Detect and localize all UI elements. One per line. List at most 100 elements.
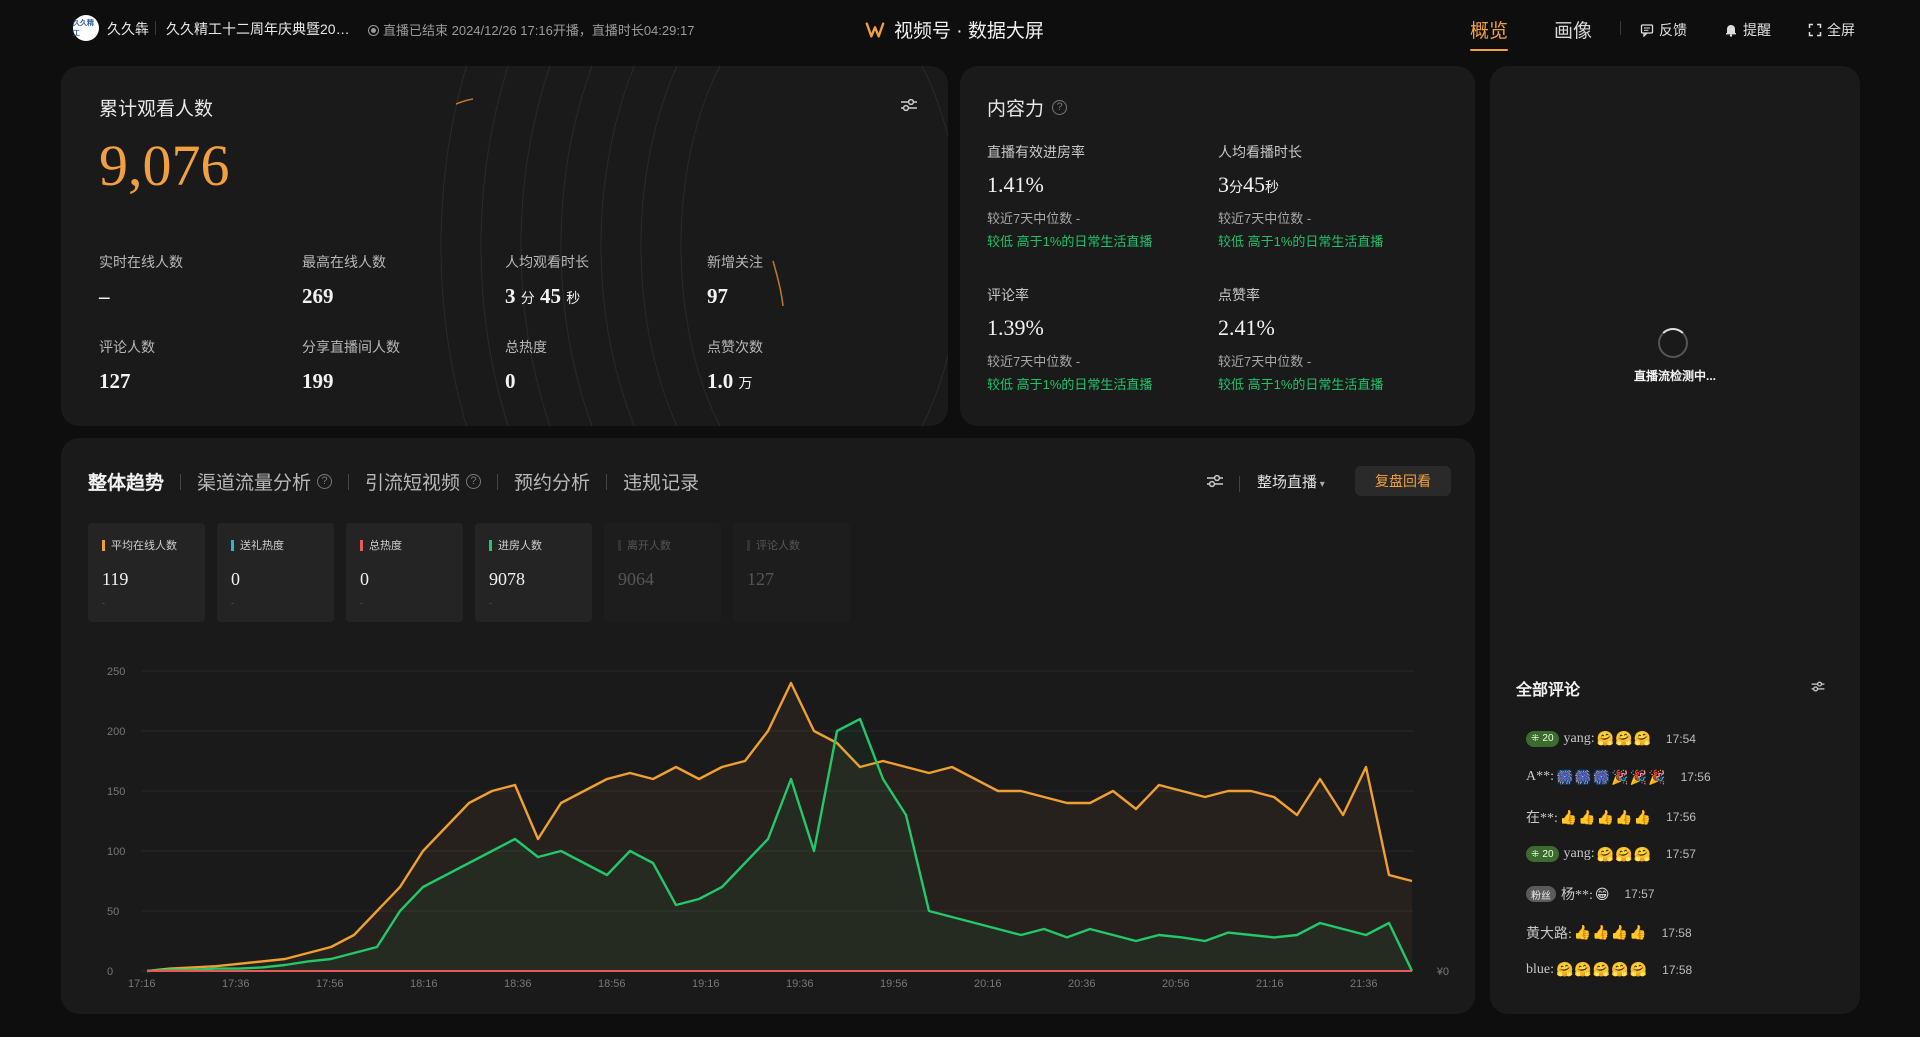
cstat-comment-rate: 评论率 1.39% 较近7天中位数 - 较低 高于1%的日常生活直播 <box>987 285 1207 393</box>
x-tick-label: 21:16 <box>1256 978 1284 990</box>
comment-time: 17:57 <box>1624 887 1655 901</box>
level-badge: ⁜ 20 <box>1526 846 1559 862</box>
cstat-compare-detail: 较低 高于1%的日常生活直播 <box>987 377 1153 392</box>
cstat-compare-detail: 较低 高于1%的日常生活直播 <box>1218 234 1384 249</box>
comment-time: 17:57 <box>1665 847 1696 861</box>
stat-value: 127 <box>99 369 131 393</box>
feedback-button[interactable]: 反馈 <box>1640 20 1687 40</box>
x-tick-label: 19:56 <box>880 978 908 990</box>
x-tick-label: 17:36 <box>222 978 250 990</box>
fan-badge: 粉丝 <box>1526 886 1556 902</box>
cstat-label: 点赞率 <box>1218 287 1260 303</box>
record-icon <box>368 25 379 36</box>
cstat-label: 评论率 <box>987 287 1029 303</box>
comment-user: yang: <box>1563 730 1595 746</box>
comment-user: 在**: <box>1526 811 1558 826</box>
loading-spinner-icon <box>1658 328 1688 358</box>
stat-commenters: 评论人数 127 <box>99 337 299 394</box>
comment-user: A**: <box>1526 769 1554 784</box>
stat-peak-online: 最高在线人数 269 <box>302 252 502 309</box>
fullscreen-button[interactable]: 全屏 <box>1808 20 1855 40</box>
comment-time: 17:56 <box>1666 810 1697 824</box>
fullscreen-label: 全屏 <box>1827 22 1855 38</box>
trend-chart: 0 50 100 150 200 250 17:16 17:36 17:56 18:16 18:36… <box>107 666 1449 990</box>
cstat-value: 2.41% <box>1218 315 1275 340</box>
x-tick-label: 17:16 <box>128 978 156 990</box>
settings-sliders-icon[interactable] <box>899 96 919 114</box>
content-power-card: 内容力 ? 直播有效进房率 1.41% 较近7天中位数 - 较低 高于1%的日常… <box>960 66 1475 426</box>
comments-settings-icon[interactable] <box>1810 679 1826 694</box>
cstat-compare: 较近7天中位数 - <box>987 211 1081 226</box>
x-tick-label: 20:16 <box>974 978 1002 990</box>
cstat-value: 1.41% <box>987 172 1044 197</box>
cstat-avg-watch: 人均看播时长 3分45秒 较近7天中位数 - 较低 高于1%的日常生活直播 <box>1218 142 1438 250</box>
x-tick-label: 18:16 <box>410 978 438 990</box>
stat-label: 分享直播间人数 <box>302 339 400 355</box>
comment-item: ⁜ 20 yang: 🤗🤗🤗 17:57 <box>1526 846 1696 863</box>
cstat-value: 3分45秒 <box>1218 172 1279 197</box>
stat-realtime-online: 实时在线人数 – <box>99 252 299 309</box>
level-badge: ⁜ 20 <box>1526 730 1559 747</box>
stat-label: 评论人数 <box>99 339 155 355</box>
stat-sharers: 分享直播间人数 199 <box>302 337 502 394</box>
nav-tab-overview[interactable]: 概览 <box>1470 16 1509 51</box>
nav-tab-portrait[interactable]: 画像 <box>1554 16 1592 43</box>
stat-value: – <box>99 284 110 308</box>
comment-time: 17:54 <box>1665 731 1696 746</box>
x-tick-label: 17:56 <box>316 978 344 990</box>
y-tick-label: 0 <box>107 966 113 978</box>
right-axis-label: ¥0 <box>1436 966 1449 978</box>
cstat-entry-rate: 直播有效进房率 1.41% 较近7天中位数 - 较低 高于1%的日常生活直播 <box>987 142 1207 250</box>
stat-avg-watch-time: 人均观看时长 3 分 45 秒 <box>505 252 705 309</box>
cstat-label: 人均看播时长 <box>1218 144 1302 160</box>
remind-button[interactable]: 提醒 <box>1724 20 1771 40</box>
live-title: 久久精工十二周年庆典暨20… <box>166 21 350 37</box>
comment-user: yang: <box>1563 846 1595 861</box>
live-status-text: 直播已结束 2024/12/26 17:16开播，直播时长04:29:17 <box>383 23 695 38</box>
stat-value: 199 <box>302 369 334 393</box>
remind-label: 提醒 <box>1743 22 1771 38</box>
stat-value: 3 分 45 秒 <box>505 284 581 308</box>
content-power-title: 内容力 ? <box>987 94 1068 121</box>
cstat-value: 1.39% <box>987 315 1044 340</box>
comments-title: 全部评论 <box>1516 682 1581 699</box>
live-status: 直播已结束 2024/12/26 17:16开播，直播时长04:29:17 <box>368 20 694 39</box>
comment-user: blue: <box>1526 961 1554 977</box>
help-icon[interactable]: ? <box>1052 100 1068 115</box>
total-viewers: 9,076 <box>99 133 230 198</box>
stat-label: 点赞次数 <box>707 339 763 355</box>
feedback-icon <box>1640 24 1654 37</box>
fullscreen-icon <box>1808 23 1822 37</box>
stat-value: 97 <box>707 284 728 308</box>
stat-total-heat: 总热度 0 <box>505 337 705 394</box>
stat-label: 总热度 <box>505 339 547 355</box>
x-tick-label: 18:36 <box>504 978 532 990</box>
comment-time: 17:58 <box>1661 925 1692 940</box>
y-tick-label: 250 <box>107 666 125 678</box>
comment-item: blue: 🤗🤗🤗🤗🤗 17:58 <box>1526 961 1692 978</box>
comment-item: 粉丝 杨**: 😁 17:57 <box>1526 884 1655 904</box>
comment-user: 黄大路: <box>1526 926 1572 942</box>
stat-label: 新增关注 <box>707 254 763 270</box>
comment-item: 在**: 👍👍👍👍👍 17:56 <box>1526 807 1696 827</box>
cstat-like-rate: 点赞率 2.41% 较近7天中位数 - 较低 高于1%的日常生活直播 <box>1218 285 1438 393</box>
stat-label: 人均观看时长 <box>505 254 589 270</box>
feedback-label: 反馈 <box>1659 22 1687 38</box>
comment-content: 👍👍👍👍👍 <box>1559 808 1653 825</box>
x-tick-label: 18:56 <box>598 978 626 990</box>
channels-logo-icon <box>865 21 885 38</box>
center-title-text: 视频号 · 数据大屏 <box>894 21 1044 42</box>
stat-value: 0 <box>505 369 516 393</box>
brand-name[interactable]: 久久犇 <box>107 19 149 39</box>
cstat-compare-detail: 较低 高于1%的日常生活直播 <box>987 234 1153 249</box>
cstat-compare: 较近7天中位数 - <box>1218 354 1312 369</box>
comment-time: 17:58 <box>1662 962 1693 977</box>
cstat-label: 直播有效进房率 <box>987 144 1085 160</box>
brand-logo: 久久精工 <box>73 15 99 41</box>
stat-label: 最高在线人数 <box>302 254 386 270</box>
x-tick-label: 19:36 <box>786 978 814 990</box>
content-power-title-text: 内容力 <box>987 99 1045 120</box>
comment-content: 🤗🤗🤗 <box>1596 845 1652 862</box>
comment-content: 🎆🎆🎆🎉🎉🎉 <box>1556 768 1667 785</box>
stat-likes: 点赞次数 1.0 万 <box>707 337 907 394</box>
